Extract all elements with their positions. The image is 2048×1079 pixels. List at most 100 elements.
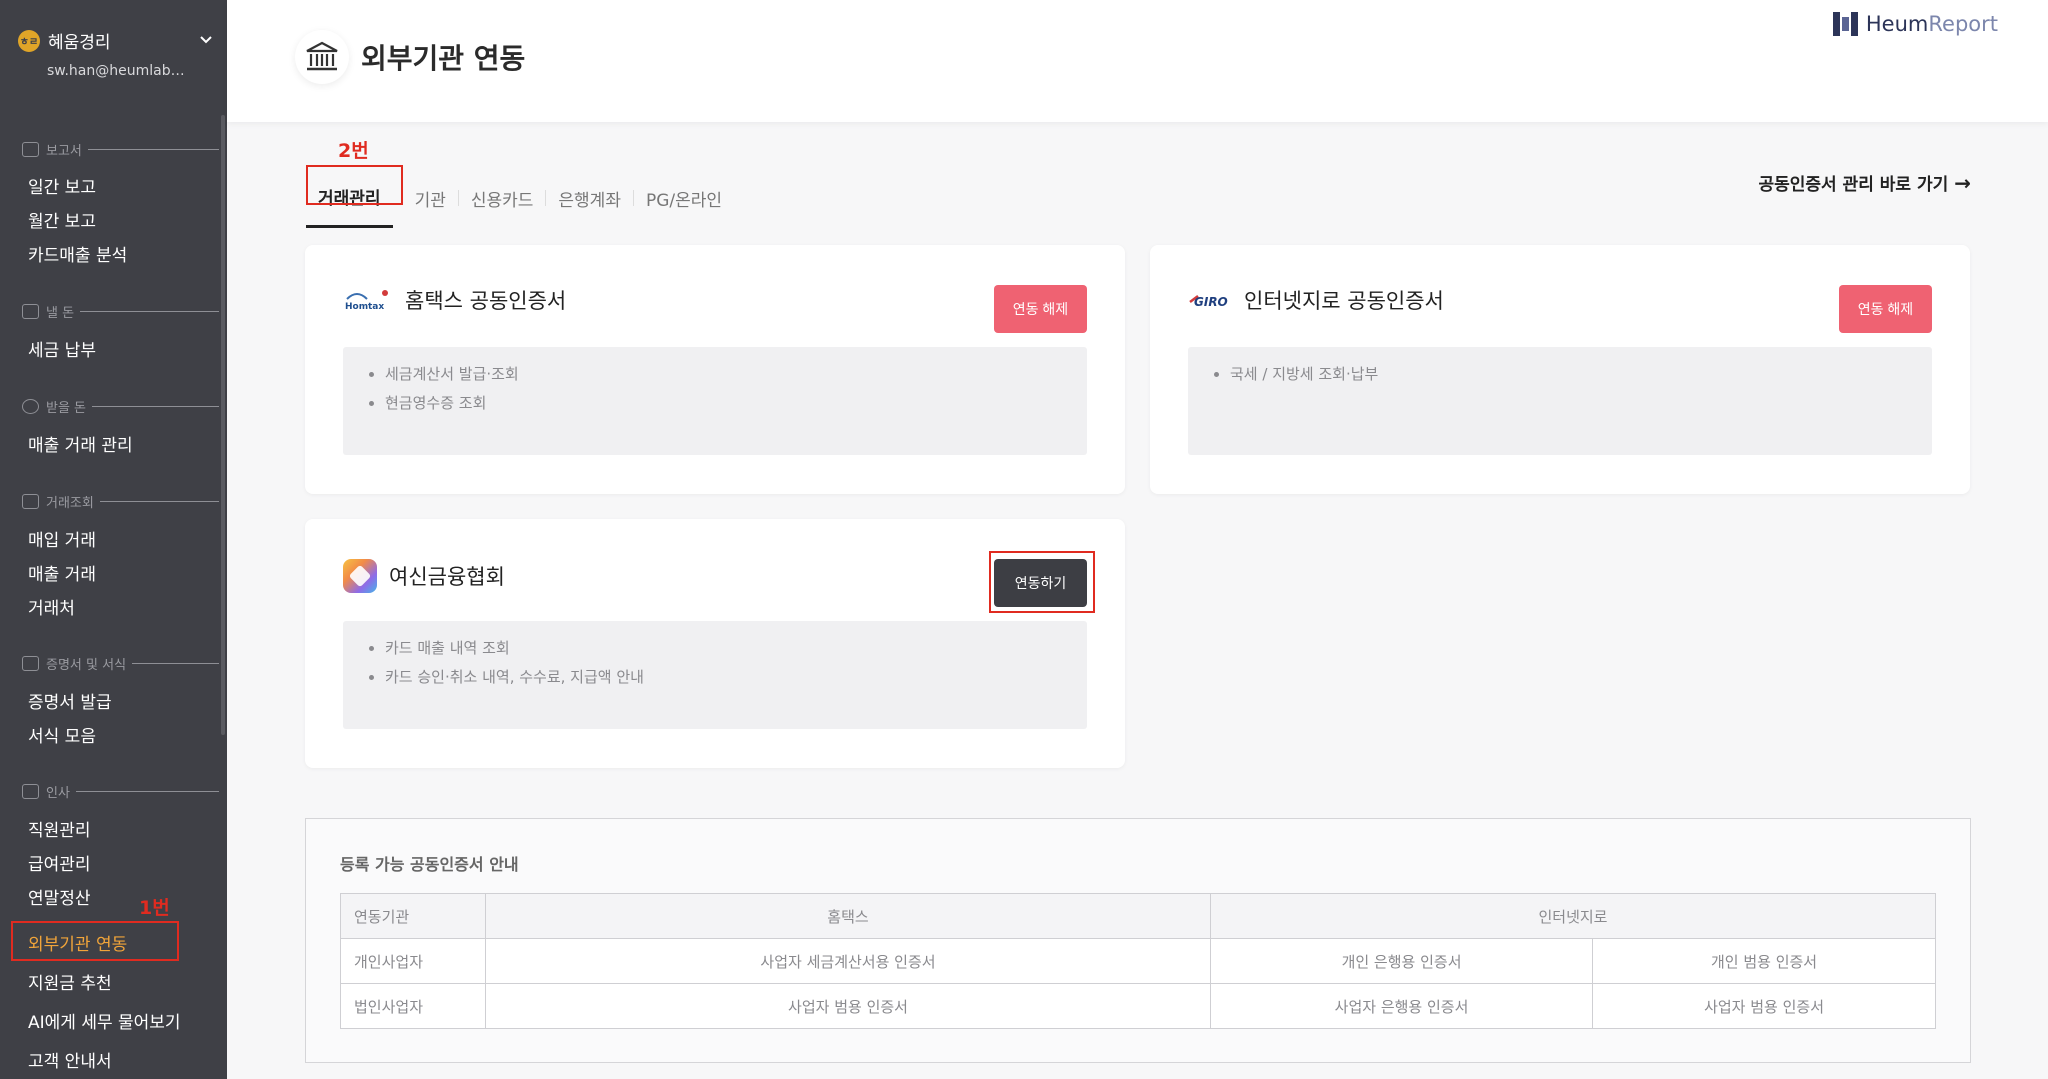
card-title: 인터넷지로 공동인증서 bbox=[1244, 289, 1444, 313]
sidebar-item-certificate-issue[interactable]: 증명서 발급 bbox=[28, 688, 112, 713]
sidebar-item-year-end-settlement[interactable]: 연말정산 bbox=[28, 884, 91, 909]
sidebar-item-tax-payment[interactable]: 세금 납부 bbox=[28, 336, 96, 361]
payment-icon bbox=[22, 304, 39, 319]
tab-bank-account[interactable]: 은행계좌 bbox=[546, 186, 633, 211]
cert-info-table: 연동기관 홈택스 인터넷지로 개인사업자 사업자 세금계산서용 인증서 개인 은… bbox=[340, 893, 1936, 1029]
list-item: 세금계산서 발급·조회 bbox=[385, 363, 1087, 384]
sidebar-item-subsidy[interactable]: 지원금 추천 bbox=[28, 969, 112, 994]
table-cell: 사업자 은행용 인증서 bbox=[1209, 983, 1594, 1029]
list-item: 카드 매출 내역 조회 bbox=[385, 637, 1087, 658]
table-header-row: 연동기관 홈택스 인터넷지로 bbox=[340, 893, 1936, 939]
section-label: 거래조회 bbox=[46, 496, 94, 511]
feature-list: 세금계산서 발급·조회 현금영수증 조회 bbox=[343, 347, 1087, 455]
divider bbox=[92, 406, 219, 407]
arrow-right-icon: → bbox=[1954, 171, 1971, 195]
tab-pg-online[interactable]: PG/온라인 bbox=[634, 186, 734, 211]
tab-institutions[interactable]: 기관 bbox=[403, 186, 458, 211]
section-label: 인사 bbox=[46, 786, 70, 801]
list-item: 국세 / 지방세 조회·납부 bbox=[1230, 363, 1932, 384]
brand-logo: HeumReport bbox=[1832, 12, 1998, 36]
sidebar-item-ai-tax-qa[interactable]: AI에게 세무 물어보기 bbox=[28, 1008, 181, 1033]
section-header-payables: 낼 돈 bbox=[22, 302, 219, 321]
account-email: sw.han@heumlab… bbox=[47, 63, 185, 79]
card-title: 홈택스 공동인증서 bbox=[405, 289, 567, 313]
account-switcher[interactable]: ㅎㄹ 혜움경리 sw.han@heumlab… bbox=[18, 28, 213, 79]
divider bbox=[132, 663, 219, 664]
sidebar-item-sales[interactable]: 매출 거래 bbox=[28, 560, 96, 585]
sidebar-item-employees[interactable]: 직원관리 bbox=[28, 816, 91, 841]
table-cell: 사업자 세금계산서용 인증서 bbox=[485, 938, 1211, 984]
section-label: 증명서 및 서식 bbox=[46, 658, 127, 673]
coin-icon bbox=[22, 399, 39, 414]
svg-text:tax: tax bbox=[368, 302, 384, 312]
cert-info-panel: 등록 가능 공동인증서 안내 연동기관 홈택스 인터넷지로 개인사업자 사업자 … bbox=[305, 818, 1971, 1063]
feature-list: 국세 / 지방세 조회·납부 bbox=[1188, 347, 1932, 455]
sidebar-item-vendors[interactable]: 거래처 bbox=[28, 594, 75, 619]
table-cell: 개인 범용 인증서 bbox=[1592, 938, 1936, 984]
sidebar-item-forms[interactable]: 서식 모음 bbox=[28, 722, 96, 747]
cert-link-label: 공동인증서 관리 바로 가기 bbox=[1758, 175, 1949, 195]
table-cell: 법인사업자 bbox=[340, 983, 486, 1029]
sidebar-item-customer-guide[interactable]: 고객 안내서 bbox=[28, 1047, 112, 1072]
chevron-down-icon[interactable] bbox=[199, 33, 213, 49]
sidebar-item-monthly-report[interactable]: 월간 보고 bbox=[28, 207, 96, 232]
annotation-highlight-button bbox=[989, 551, 1095, 613]
table-cell: 개인 은행용 인증서 bbox=[1209, 938, 1594, 984]
cert-management-link[interactable]: 공동인증서 관리 바로 가기 → bbox=[1758, 170, 1971, 195]
divider bbox=[99, 501, 219, 502]
table-cell: 사업자 범용 인증서 bbox=[485, 983, 1211, 1029]
sidebar-item-purchases[interactable]: 매입 거래 bbox=[28, 526, 96, 551]
tab-credit-card[interactable]: 신용카드 bbox=[459, 186, 546, 211]
table-header-cell: 홈택스 bbox=[485, 893, 1211, 939]
list-item: 카드 승인·취소 내역, 수수료, 지급액 안내 bbox=[385, 666, 1087, 687]
section-header-receivables: 받을 돈 bbox=[22, 397, 219, 416]
info-title: 등록 가능 공동인증서 안내 bbox=[340, 855, 519, 874]
annotation-highlight-tab bbox=[306, 165, 403, 205]
giro-logo-icon: GIRO bbox=[1188, 288, 1232, 312]
page-title: 외부기관 연동 bbox=[361, 42, 526, 75]
institution-icon bbox=[295, 30, 349, 84]
company-avatar: ㅎㄹ bbox=[18, 29, 40, 52]
section-header-transactions: 거래조회 bbox=[22, 492, 219, 511]
divider bbox=[80, 311, 219, 312]
section-label: 보고서 bbox=[46, 144, 82, 159]
brand-name-a: Heum bbox=[1865, 12, 1929, 36]
svg-text:GIRO: GIRO bbox=[1194, 295, 1228, 309]
table-header-cell: 연동기관 bbox=[340, 893, 486, 939]
page-header: 외부기관 연동 HeumReport bbox=[227, 0, 2048, 122]
table-cell: 개인사업자 bbox=[340, 938, 486, 984]
sidebar-item-payroll[interactable]: 급여관리 bbox=[28, 850, 91, 875]
company-name: 혜움경리 bbox=[48, 33, 111, 53]
ycf-logo-icon bbox=[343, 559, 377, 593]
document-icon bbox=[22, 656, 39, 671]
brand-mark-icon bbox=[1832, 12, 1858, 36]
chart-icon bbox=[22, 494, 39, 509]
annotation-1: 1번 bbox=[139, 897, 170, 919]
feature-list: 카드 매출 내역 조회 카드 승인·취소 내역, 수수료, 지급액 안내 bbox=[343, 621, 1087, 729]
table-row: 법인사업자 사업자 범용 인증서 사업자 은행용 인증서 사업자 범용 인증서 bbox=[340, 983, 1936, 1029]
card-title: 여신금융협회 bbox=[389, 565, 505, 589]
sidebar-item-sales-transactions[interactable]: 매출 거래 관리 bbox=[28, 431, 133, 456]
svg-text:Hom: Hom bbox=[345, 302, 368, 312]
hometax-logo-icon: Hom tax bbox=[343, 285, 393, 315]
sidebar-item-daily-report[interactable]: 일간 보고 bbox=[28, 173, 96, 198]
list-item: 현금영수증 조회 bbox=[385, 392, 1087, 413]
brand-name-b: Report bbox=[1928, 12, 1998, 36]
annotation-2: 2번 bbox=[338, 140, 369, 162]
giro-card: GIRO 인터넷지로 공동인증서 연동 해제 국세 / 지방세 조회·납부 bbox=[1150, 245, 1970, 494]
report-icon bbox=[22, 142, 39, 157]
section-header-certificates: 증명서 및 서식 bbox=[22, 654, 219, 673]
sidebar: ㅎㄹ 혜움경리 sw.han@heumlab… 보고서 일간 보고 월간 보고 … bbox=[0, 0, 227, 1079]
sidebar-item-card-sales-analysis[interactable]: 카드매출 분석 bbox=[28, 241, 127, 266]
giro-unlink-button[interactable]: 연동 해제 bbox=[1839, 285, 1932, 333]
hometax-card: Hom tax 홈택스 공동인증서 연동 해제 세금계산서 발급·조회 현금영수… bbox=[305, 245, 1125, 494]
section-header-reports: 보고서 bbox=[22, 140, 219, 159]
section-label: 받을 돈 bbox=[46, 401, 87, 416]
sidebar-item-external-integration[interactable]: 외부기관 연동 bbox=[28, 930, 127, 955]
sidebar-scrollbar[interactable] bbox=[221, 115, 225, 735]
hometax-unlink-button[interactable]: 연동 해제 bbox=[994, 285, 1087, 333]
table-header-cell: 인터넷지로 bbox=[1210, 893, 1936, 939]
table-row: 개인사업자 사업자 세금계산서용 인증서 개인 은행용 인증서 개인 범용 인증… bbox=[340, 938, 1936, 984]
divider bbox=[87, 149, 219, 150]
table-cell: 사업자 범용 인증서 bbox=[1592, 983, 1936, 1029]
